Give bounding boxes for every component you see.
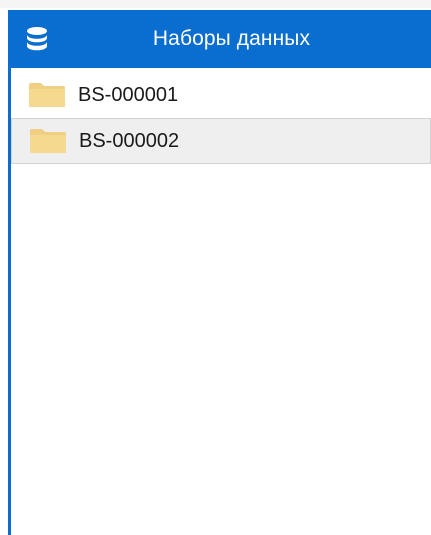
panel-title: Наборы данных — [152, 27, 311, 50]
folder-icon — [29, 127, 67, 155]
dataset-label: BS-000002 — [79, 129, 180, 152]
folder-icon — [28, 81, 66, 109]
dataset-item[interactable]: BS-000001 — [11, 72, 431, 118]
dataset-label: BS-000001 — [78, 83, 179, 106]
dataset-list: BS-000001 BS-000002 — [11, 72, 431, 535]
top-gap — [0, 0, 431, 8]
database-icon — [22, 24, 52, 54]
panel-header: Наборы данных — [8, 10, 431, 68]
dataset-item-selected[interactable]: BS-000002 — [11, 118, 431, 164]
datasets-panel: Наборы данных BS-000001 BS-000002 — [0, 0, 431, 535]
